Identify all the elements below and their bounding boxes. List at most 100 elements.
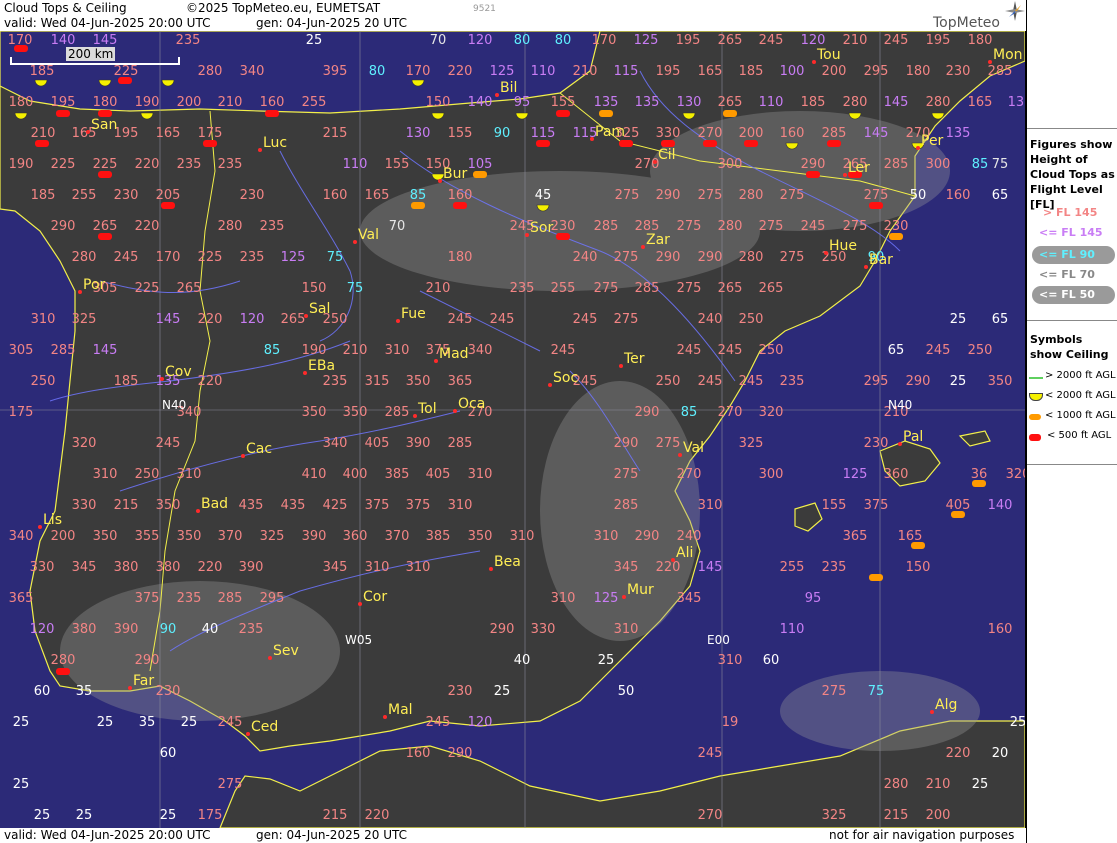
city-dot xyxy=(78,290,82,294)
flight-level-label: 230 xyxy=(864,436,889,451)
flight-level-label: 105 xyxy=(468,157,493,172)
flight-level-label: 75 xyxy=(327,250,344,265)
flight-level-label: 275 xyxy=(615,188,640,203)
city-dot xyxy=(128,686,132,690)
flight-level-label: 235 xyxy=(177,591,202,606)
flight-level-label: 150 xyxy=(906,560,931,575)
flight-level-label: 185 xyxy=(31,188,56,203)
ceiling-red-bar-icon xyxy=(14,45,28,52)
flight-level-label: 275 xyxy=(759,219,784,234)
flight-level-label: 245 xyxy=(801,219,826,234)
flight-level-label: 65 xyxy=(992,312,1009,327)
flight-level-label: 100 xyxy=(780,64,805,79)
city-label: Mur xyxy=(627,582,654,598)
flight-level-label: 35 xyxy=(139,715,156,730)
header-bar: Cloud Tops & Ceiling ©2025 TopMeteo.eu, … xyxy=(0,0,1027,31)
ceiling-orange-bar-icon xyxy=(911,542,925,549)
generated-time: gen: 04-Jun-2025 20 UTC xyxy=(256,16,408,30)
flight-level-label: 275 xyxy=(614,250,639,265)
flight-level-label: 410 xyxy=(302,467,327,482)
flight-level-label: 330 xyxy=(531,622,556,637)
flight-level-label: 170 xyxy=(592,33,617,48)
city-label: Tol xyxy=(417,401,437,417)
flight-level-label: 275 xyxy=(698,188,723,203)
flight-level-label: 275 xyxy=(594,281,619,296)
footer-generated-time: gen: 04-Jun-2025 20 UTC xyxy=(256,828,408,842)
flight-level-label: 265 xyxy=(759,281,784,296)
disclaimer: not for air navigation purposes xyxy=(829,828,1015,842)
flight-level-label: 60 xyxy=(763,653,780,668)
copyright-text: ©2025 TopMeteo.eu, EUMETSAT xyxy=(186,1,381,15)
flight-level-label: 85 xyxy=(264,343,281,358)
flight-level-label: 425 xyxy=(323,498,348,513)
flight-level-label: 310 xyxy=(365,560,390,575)
flight-level-label: 25 xyxy=(598,653,615,668)
city-dot xyxy=(86,130,90,134)
cloud-tops-map[interactable]: 170 140 145 235 25 70 120 80 80 170 125 195 265 245 12… xyxy=(0,31,1026,828)
flight-level-label: 350 xyxy=(988,374,1013,389)
flight-level-label: 160 xyxy=(780,126,805,141)
flight-level-label: 285 xyxy=(218,591,243,606)
flight-level-label: 240 xyxy=(677,529,702,544)
ceiling-red-bar-icon xyxy=(265,110,279,117)
flight-level-label: 45 xyxy=(535,188,552,203)
flight-level-label: 25 xyxy=(76,808,93,823)
flight-level-label: 290 xyxy=(51,219,76,234)
flight-level-label: 230 xyxy=(551,219,576,234)
flight-level-label: 270 xyxy=(698,126,723,141)
ceiling-red-bar-icon xyxy=(118,77,132,84)
city-dot xyxy=(824,251,828,255)
flight-level-label: 390 xyxy=(114,622,139,637)
flight-level-label: 365 xyxy=(448,374,473,389)
flight-level-label: 250 xyxy=(968,343,993,358)
flight-level-label: 385 xyxy=(426,529,451,544)
city-label: Mon xyxy=(993,47,1023,63)
grid-label: N40 xyxy=(888,398,912,412)
flight-level-label: 25 xyxy=(494,684,511,699)
city-dot xyxy=(383,715,387,719)
flight-level-label: 210 xyxy=(573,64,598,79)
flight-level-label: 235 xyxy=(780,374,805,389)
legend-ceil-500: < 500 ft AGL xyxy=(1027,430,1117,448)
legend-fl-high: > FL 145 xyxy=(1043,206,1098,219)
flight-level-label: 265 xyxy=(718,95,743,110)
flight-level-label: 245 xyxy=(677,343,702,358)
flight-level-label: 120 xyxy=(468,33,493,48)
city-dot xyxy=(641,245,645,249)
city-dot xyxy=(396,319,400,323)
flight-level-label: 300 xyxy=(926,157,951,172)
flight-level-label: 270 xyxy=(677,467,702,482)
flight-level-label: 240 xyxy=(698,312,723,327)
flight-level-label: 245 xyxy=(114,250,139,265)
ceiling-orange-bar-icon xyxy=(1029,414,1041,420)
flight-level-label: 330 xyxy=(72,498,97,513)
city-dot xyxy=(864,265,868,269)
flight-level-label: 215 xyxy=(323,126,348,141)
city-dot xyxy=(898,442,902,446)
flight-level-label: 225 xyxy=(135,281,160,296)
flight-level-label: 365 xyxy=(843,529,868,544)
flight-level-label: 36 xyxy=(971,467,988,482)
flight-level-label: 25 xyxy=(13,777,30,792)
flight-level-label: 390 xyxy=(406,436,431,451)
city-label: Val xyxy=(683,440,704,456)
city-dot xyxy=(678,453,682,457)
flight-level-label: 255 xyxy=(302,95,327,110)
flight-level-label: 275 xyxy=(780,250,805,265)
flight-level-label: 340 xyxy=(240,64,265,79)
flight-level-label: 370 xyxy=(385,529,410,544)
ceiling-red-bar-icon xyxy=(56,110,70,117)
ceiling-orange-bar-icon xyxy=(951,511,965,518)
city-label: Ler xyxy=(848,160,870,176)
flight-level-label: 280 xyxy=(51,653,76,668)
flight-level-label: 185 xyxy=(739,64,764,79)
flight-level-label: 325 xyxy=(822,808,847,823)
flight-level-label: 215 xyxy=(114,498,139,513)
ceiling-red-bar-icon xyxy=(827,140,841,147)
flight-level-label: 290 xyxy=(698,250,723,265)
flight-level-label: 285 xyxy=(448,436,473,451)
city-label: Bad xyxy=(201,496,228,512)
flight-level-label: 160 xyxy=(323,188,348,203)
flight-level-label: 195 xyxy=(656,64,681,79)
flight-level-label: 280 xyxy=(739,250,764,265)
